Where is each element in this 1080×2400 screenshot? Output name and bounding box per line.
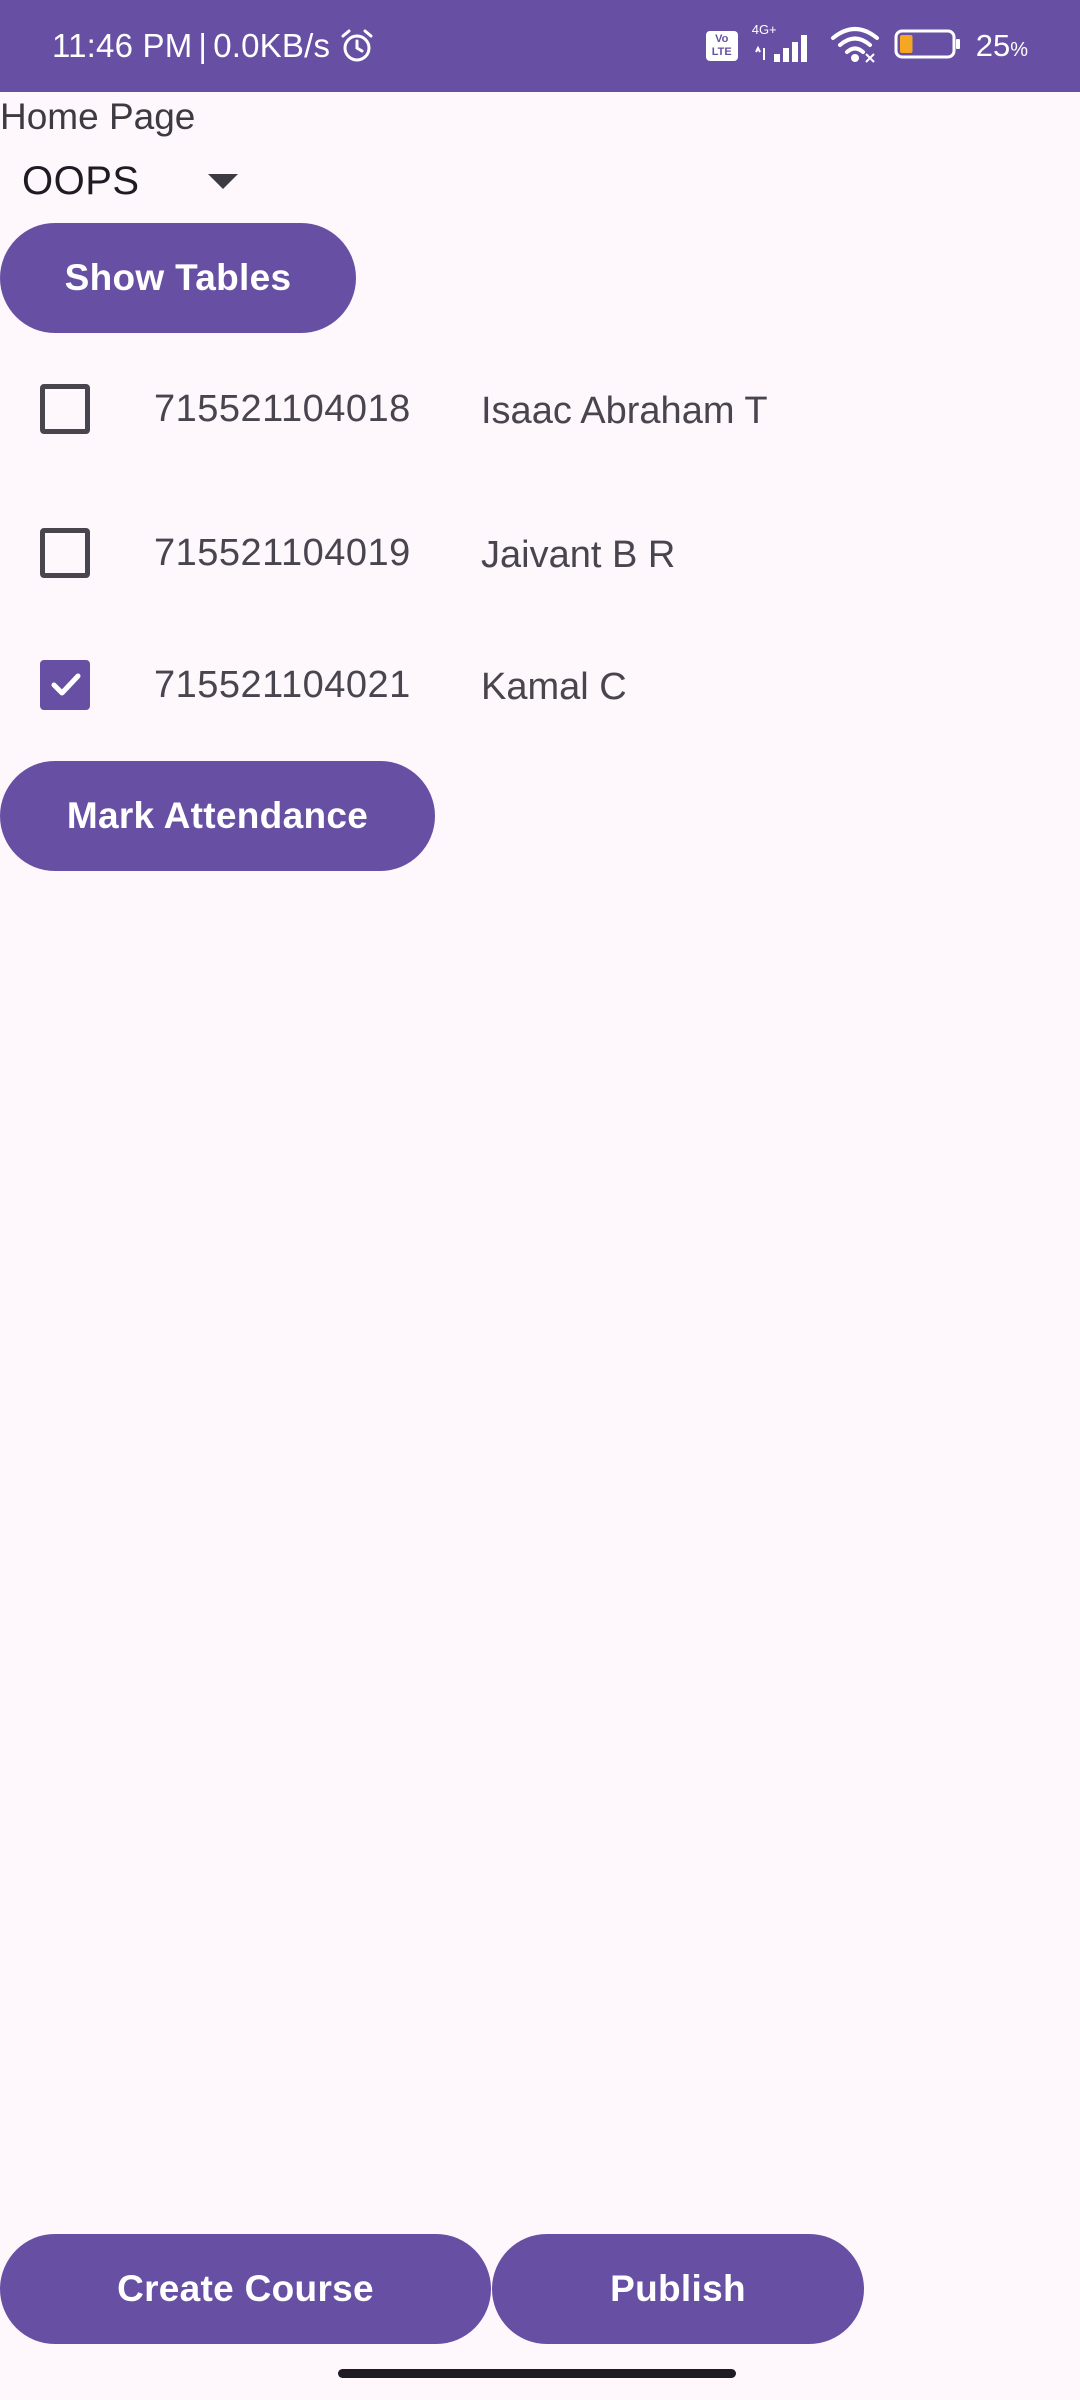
- alarm-icon: [338, 27, 376, 65]
- status-right: Vo LTE 4G+ 25%: [705, 0, 1028, 92]
- volte-top: Vo: [715, 33, 729, 45]
- status-net-speed: 0.0KB/s: [213, 27, 331, 64]
- student-name: Kamal C: [481, 666, 627, 708]
- battery-percent-unit: %: [1010, 39, 1028, 61]
- student-name: Isaac Abraham T: [481, 390, 768, 432]
- page-title: Home Page: [0, 96, 196, 137]
- publish-button[interactable]: Publish: [492, 2234, 864, 2344]
- status-bar: 11:46 PM | 0.0KB/s Vo LTE 4G+ 25%: [0, 0, 1080, 92]
- student-roll-number: 715521104021: [154, 664, 411, 706]
- dropdown-arrow-icon: [208, 174, 238, 189]
- student-roll-number: 715521104019: [154, 532, 411, 574]
- home-indicator[interactable]: [338, 2369, 736, 2378]
- wifi-icon: [830, 24, 880, 69]
- create-course-button[interactable]: Create Course: [0, 2234, 491, 2344]
- student-name: Jaivant B R: [481, 534, 676, 576]
- status-separator: |: [198, 27, 208, 64]
- course-dropdown[interactable]: OOPS: [0, 150, 260, 212]
- battery-percent: 25%: [976, 28, 1028, 64]
- attendance-checkbox[interactable]: [40, 528, 90, 578]
- status-left: 11:46 PM | 0.0KB/s: [52, 0, 376, 92]
- battery-percent-value: 25: [975, 28, 1011, 63]
- checkmark-icon: [51, 673, 81, 696]
- student-roll-number: 715521104018: [154, 388, 411, 430]
- show-tables-button[interactable]: Show Tables: [0, 223, 356, 333]
- attendance-checkbox[interactable]: [40, 384, 90, 434]
- status-time: 11:46 PM: [52, 27, 193, 64]
- mark-attendance-button[interactable]: Mark Attendance: [0, 761, 435, 871]
- volte-bottom: LTE: [711, 46, 732, 58]
- signal-icon: 4G+: [752, 22, 816, 66]
- battery-icon: [894, 27, 962, 66]
- volte-icon: Vo LTE: [705, 31, 738, 61]
- course-dropdown-value: OOPS: [22, 158, 140, 203]
- attendance-checkbox[interactable]: [40, 660, 90, 710]
